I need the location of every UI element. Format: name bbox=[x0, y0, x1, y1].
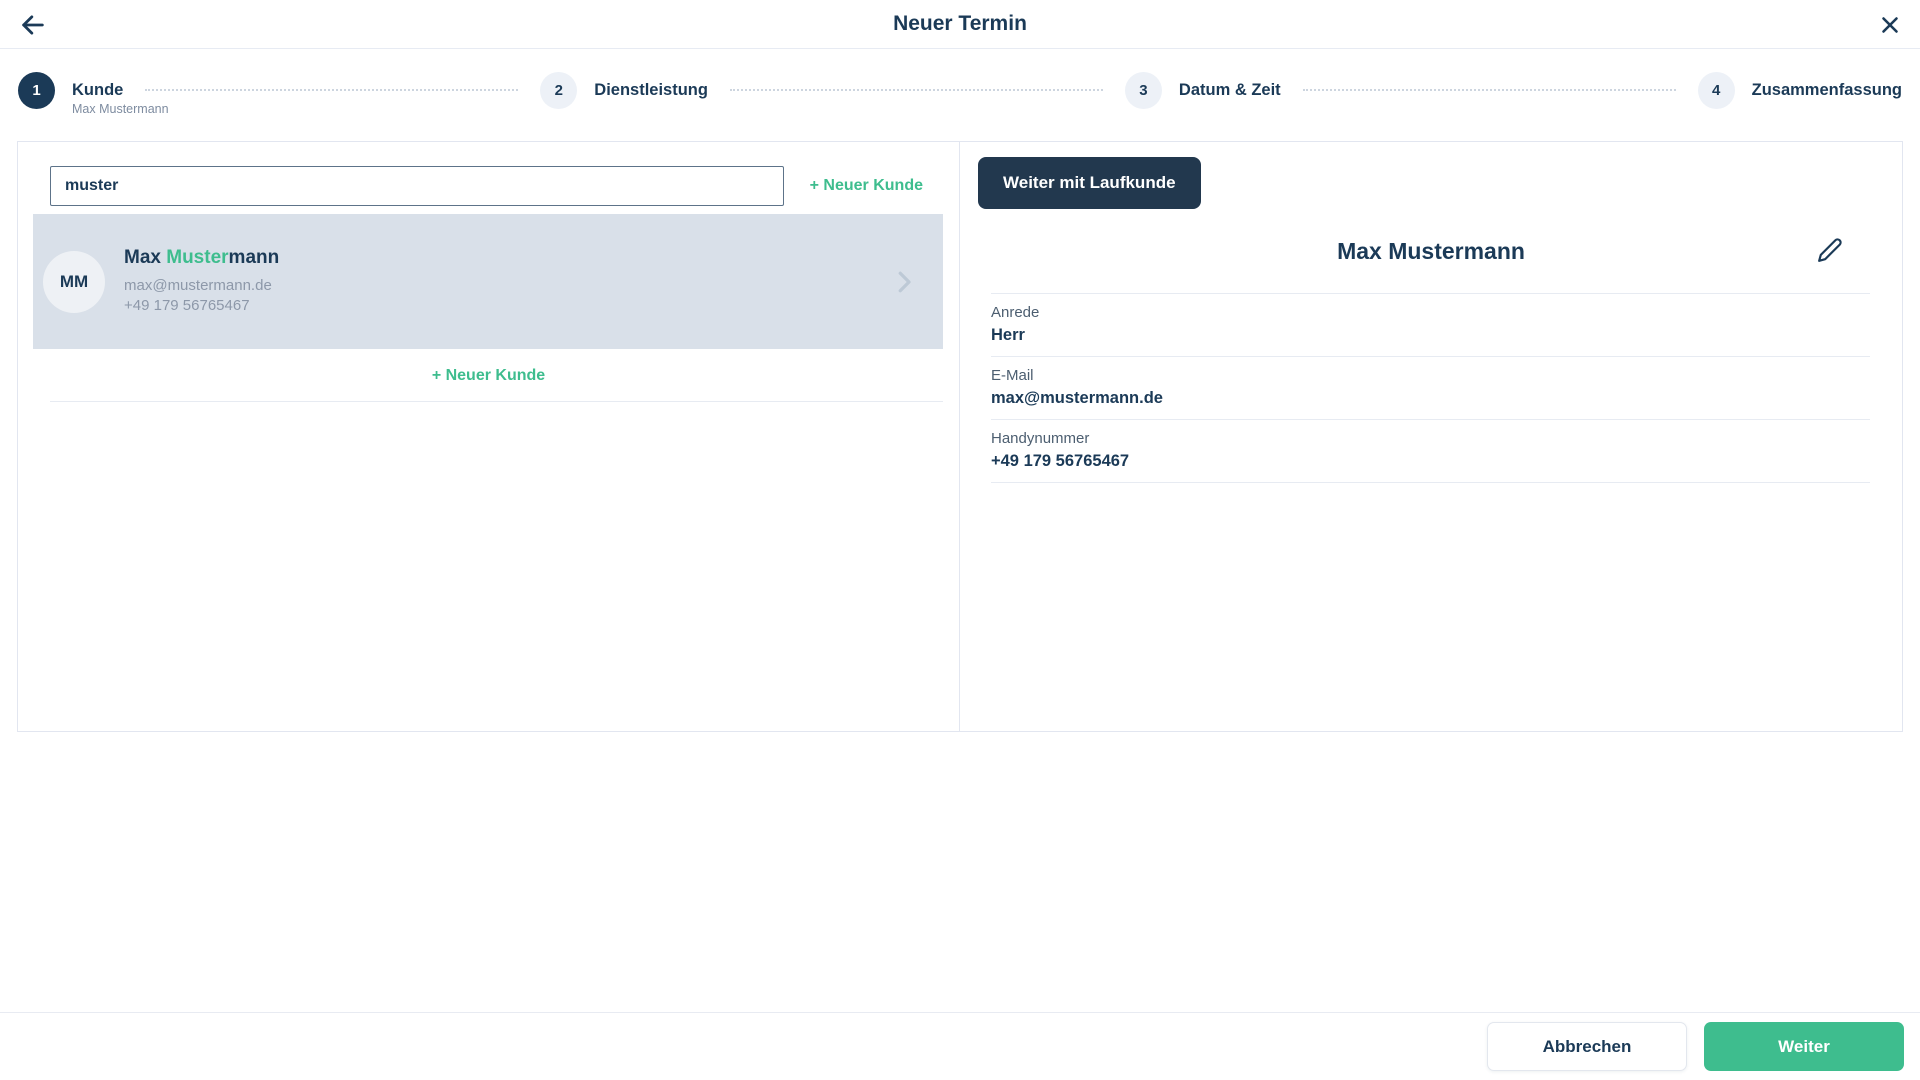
customer-phone: +49 179 56765467 bbox=[124, 296, 889, 316]
field-value: max@mustermann.de bbox=[991, 389, 1870, 408]
customer-name-highlight: Muster bbox=[166, 247, 228, 268]
step-2-circle: 2 bbox=[540, 72, 577, 109]
step-1-circle: 1 bbox=[18, 72, 55, 109]
new-appointment-modal: Neuer Termin 1 Kunde Max Mustermann 2 Di… bbox=[0, 0, 1920, 1080]
modal-footer: Abbrechen Weiter bbox=[0, 1012, 1920, 1080]
customer-name-first: Max bbox=[124, 247, 166, 268]
close-button[interactable] bbox=[1876, 11, 1904, 39]
step-zusammenfassung[interactable]: 4 Zusammenfassung bbox=[1698, 72, 1902, 109]
page-title: Neuer Termin bbox=[893, 12, 1027, 36]
stepper-leader bbox=[730, 89, 1103, 91]
field-email: E-Mail max@mustermann.de bbox=[991, 357, 1870, 420]
arrow-left-icon bbox=[19, 11, 47, 39]
field-anrede: Anrede Herr bbox=[991, 294, 1870, 357]
next-button[interactable]: Weiter bbox=[1704, 1022, 1904, 1071]
search-row: + Neuer Kunde bbox=[50, 166, 929, 206]
customer-name: Max Mustermann bbox=[124, 247, 889, 269]
customer-result-text: Max Mustermann max@mustermann.de +49 179… bbox=[124, 247, 889, 316]
step-1-label: Kunde bbox=[72, 81, 123, 100]
field-value: +49 179 56765467 bbox=[991, 452, 1870, 471]
customer-name-rest: mann bbox=[229, 247, 280, 268]
step-1-sublabel: Max Mustermann bbox=[72, 102, 169, 116]
avatar: MM bbox=[43, 251, 105, 313]
modal-header: Neuer Termin bbox=[0, 0, 1920, 49]
customer-result-row[interactable]: MM Max Mustermann max@mustermann.de +49 … bbox=[33, 214, 943, 349]
detail-header: Max Mustermann bbox=[960, 236, 1902, 266]
customer-search-pane: + Neuer Kunde MM Max Mustermann max@must… bbox=[18, 142, 960, 731]
customer-search-input[interactable] bbox=[50, 166, 784, 206]
step-datum-zeit[interactable]: 3 Datum & Zeit bbox=[1125, 72, 1281, 109]
back-button[interactable] bbox=[19, 11, 47, 39]
stepper-leader bbox=[1303, 89, 1676, 91]
cancel-button[interactable]: Abbrechen bbox=[1487, 1022, 1687, 1071]
step-3-label: Datum & Zeit bbox=[1179, 81, 1281, 100]
wizard-stepper: 1 Kunde Max Mustermann 2 Dienstleistung … bbox=[0, 63, 1920, 117]
step-dienstleistung[interactable]: 2 Dienstleistung bbox=[540, 72, 708, 109]
field-label: E-Mail bbox=[991, 367, 1870, 384]
customer-detail-pane: Weiter mit Laufkunde Max Mustermann Anre… bbox=[960, 142, 1902, 731]
customer-fields: Anrede Herr E-Mail max@mustermann.de Han… bbox=[991, 293, 1870, 483]
chevron-right-icon bbox=[889, 267, 919, 297]
customer-email: max@mustermann.de bbox=[124, 276, 889, 296]
new-customer-link-top[interactable]: + Neuer Kunde bbox=[804, 176, 929, 196]
field-handynummer: Handynummer +49 179 56765467 bbox=[991, 420, 1870, 483]
step-3-circle: 3 bbox=[1125, 72, 1162, 109]
field-label: Handynummer bbox=[991, 430, 1870, 447]
edit-customer-button[interactable] bbox=[1816, 236, 1844, 264]
step-4-circle: 4 bbox=[1698, 72, 1735, 109]
new-customer-link-bottom[interactable]: + Neuer Kunde bbox=[426, 366, 551, 386]
field-label: Anrede bbox=[991, 304, 1870, 321]
pencil-icon bbox=[1817, 237, 1843, 263]
detail-customer-name: Max Mustermann bbox=[1337, 238, 1525, 265]
step-4-label: Zusammenfassung bbox=[1752, 81, 1902, 100]
divider bbox=[50, 401, 943, 402]
field-value: Herr bbox=[991, 326, 1870, 345]
step-kunde[interactable]: 1 Kunde Max Mustermann bbox=[18, 72, 123, 109]
customer-step-panel: + Neuer Kunde MM Max Mustermann max@must… bbox=[17, 141, 1903, 732]
step-2-label: Dienstleistung bbox=[594, 81, 708, 100]
walkin-customer-button[interactable]: Weiter mit Laufkunde bbox=[978, 157, 1201, 209]
close-icon bbox=[1877, 12, 1903, 38]
stepper-leader bbox=[145, 89, 518, 91]
